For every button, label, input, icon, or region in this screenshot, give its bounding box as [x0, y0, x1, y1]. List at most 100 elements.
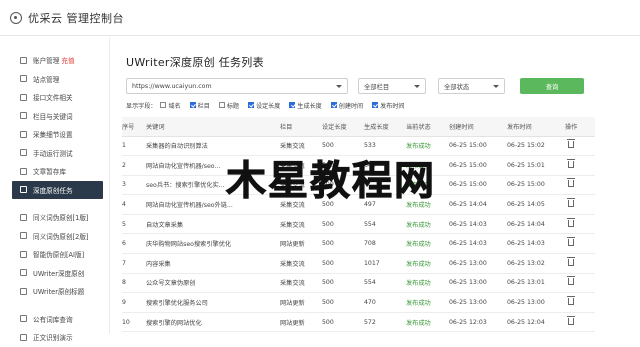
select-value: 全部状态 — [444, 83, 470, 91]
table-cell: 庆华购物网站seo搜索引擎优化 — [146, 233, 280, 255]
checkbox-label: 生成长度 — [297, 102, 322, 110]
checkbox-label: 设定长度 — [256, 102, 281, 110]
recharge-link[interactable]: 充值 — [61, 55, 74, 65]
trash-icon[interactable] — [567, 315, 575, 325]
sidebar-item-text-recognition[interactable]: 正文识别演示 — [0, 328, 109, 347]
table-cell: 搜索引擎优化服务公司 — [146, 292, 280, 313]
table-cell: 采集交流 — [280, 214, 322, 235]
table-cell: 06-25 13:00 — [449, 253, 507, 274]
chevron-down-icon — [414, 84, 420, 88]
column-header: 生成长度 — [364, 117, 406, 137]
trash-icon[interactable] — [567, 276, 575, 286]
category-select[interactable]: 全部栏目 — [358, 78, 426, 94]
sidebar-item-label: 手动运行测试 — [33, 149, 73, 158]
sidebar-item-deep-original[interactable]: 深度原创任务 — [12, 180, 103, 199]
table-cell: 500 — [322, 233, 364, 255]
checkbox[interactable] — [218, 102, 225, 108]
checkbox[interactable] — [289, 102, 296, 108]
sidebar-item-label: 接口文件相关 — [33, 94, 73, 103]
checkbox-label: 发布时间 — [380, 102, 405, 110]
trash-icon[interactable] — [567, 237, 575, 247]
book-icon — [20, 315, 27, 323]
sidebar-item-uwriter-deep[interactable]: UWriter深度原创 — [0, 264, 109, 283]
checkbox[interactable] — [189, 102, 196, 108]
table-cell: 06-25 14:04 — [449, 194, 507, 215]
sidebar-item-uwriter-title[interactable]: UWriter原创标题 — [0, 282, 109, 301]
column-header: 操作 — [565, 117, 595, 137]
status-cell: 发布成功 — [406, 312, 449, 333]
filter-toolbar: https://www.ucaiyun.com 全部栏目 全部状态 — [126, 78, 505, 94]
sidebar-item-label: 同义词伪原创[2版] — [33, 232, 89, 241]
sidebar-item-synonym-v2[interactable]: 同义词伪原创[2版] — [0, 227, 109, 246]
app-title: 优采云 管理控制台 — [28, 11, 124, 25]
trash-icon[interactable] — [567, 256, 575, 266]
status-select[interactable]: 全部状态 — [438, 78, 505, 94]
table-cell: 06-25 14:05 — [507, 194, 565, 215]
field-checkbox-set-length[interactable]: 设定长度 — [248, 101, 280, 110]
sidebar-item-ai-rewrite[interactable]: 智能伪原创[AI版] — [0, 245, 109, 264]
sidebar-item-collect-settings[interactable]: 采集细节设置 — [0, 125, 109, 144]
trash-icon[interactable] — [567, 198, 575, 208]
folder-icon — [20, 167, 27, 175]
field-checkbox-category[interactable]: 栏目 — [189, 101, 210, 110]
checkbox-label: 栏目 — [197, 102, 210, 110]
table-cell: 06-25 12:04 — [507, 312, 565, 333]
trash-icon[interactable] — [567, 217, 575, 227]
table-cell: 7 — [122, 253, 146, 274]
top-header: 优采云 管理控制台 — [0, 0, 640, 36]
sync-icon — [20, 250, 27, 258]
sidebar-item-label: UWriter原创标题 — [33, 288, 85, 297]
trash-icon[interactable] — [567, 178, 575, 188]
table-cell: 06-25 13:00 — [449, 292, 507, 313]
sidebar-item-article-store[interactable]: 文章暂存库 — [0, 162, 109, 181]
sidebar-item-keywords[interactable]: 栏目与关键词 — [0, 107, 109, 126]
table-cell: 网站更新 — [280, 233, 322, 255]
column-header: 栏目 — [280, 117, 322, 137]
field-checkbox-gen-length[interactable]: 生成长度 — [289, 101, 322, 110]
sidebar-item-label: 账户管理 — [33, 57, 60, 66]
sidebar-item-synonym-v1[interactable]: 同义词伪原创[1版] — [0, 208, 109, 227]
checkbox[interactable] — [330, 102, 337, 108]
field-checkbox-create-time[interactable]: 创建时间 — [330, 101, 363, 110]
sidebar-item-manual-test[interactable]: 手动运行测试 — [0, 144, 109, 163]
table-row: 5 自动文章采集 采集交流 500 554 发布成功 06-25 14:03 06-25 14… — [122, 214, 595, 235]
table-cell: 500 — [322, 253, 364, 274]
checkbox[interactable] — [372, 102, 379, 108]
sidebar-item-account[interactable]: 账户管理 充值 — [0, 51, 109, 70]
sidebar-item-sites[interactable]: 站点管理 — [0, 70, 109, 89]
trash-icon[interactable] — [567, 296, 575, 306]
trash-icon[interactable] — [567, 139, 575, 149]
checkbox[interactable] — [160, 102, 167, 108]
table-cell: 8 — [122, 273, 146, 294]
table-cell: 06-25 13:00 — [449, 273, 507, 294]
edit-icon — [20, 186, 27, 194]
site-url-select[interactable]: https://www.ucaiyun.com — [126, 78, 348, 94]
field-checkbox-title[interactable]: 标题 — [218, 101, 239, 110]
table-cell: 470 — [364, 292, 406, 313]
query-button[interactable]: 查询 — [520, 78, 584, 94]
table-cell: 06-25 13:01 — [507, 273, 565, 294]
action-cell — [565, 273, 595, 294]
chevron-down-icon — [336, 84, 342, 88]
checkbox[interactable] — [248, 102, 255, 108]
table-cell: 06-25 15:00 — [449, 136, 507, 157]
trash-icon[interactable] — [567, 158, 575, 168]
sidebar-item-label: UWriter深度原创 — [33, 269, 85, 278]
sidebar-item-public-dict[interactable]: 公有词库查询 — [0, 310, 109, 329]
watermark: 木星教程网 — [226, 158, 436, 205]
table-cell: 公众号文章伪原创 — [146, 273, 280, 294]
doc-icon — [20, 333, 27, 341]
sidebar-item-interface[interactable]: 接口文件相关 — [0, 88, 109, 107]
sync-icon — [20, 213, 27, 221]
field-checkbox-domain[interactable]: 域名 — [160, 101, 181, 110]
column-header: 关键词 — [146, 117, 280, 137]
table-cell: 网站更新 — [280, 292, 322, 313]
status-cell: 发布成功 — [406, 273, 449, 294]
gear-circle-icon — [10, 11, 22, 24]
action-cell — [565, 136, 595, 157]
table-cell: 06-25 15:00 — [507, 175, 565, 196]
table-header-row: 序号 关键词 栏目 设定长度 生成长度 当前状态 创建时间 发布时间 操作 — [122, 117, 595, 137]
field-checkbox-publish-time[interactable]: 发布时间 — [372, 101, 405, 110]
table-cell: 06-25 14:04 — [507, 214, 565, 235]
column-header: 当前状态 — [406, 117, 449, 137]
